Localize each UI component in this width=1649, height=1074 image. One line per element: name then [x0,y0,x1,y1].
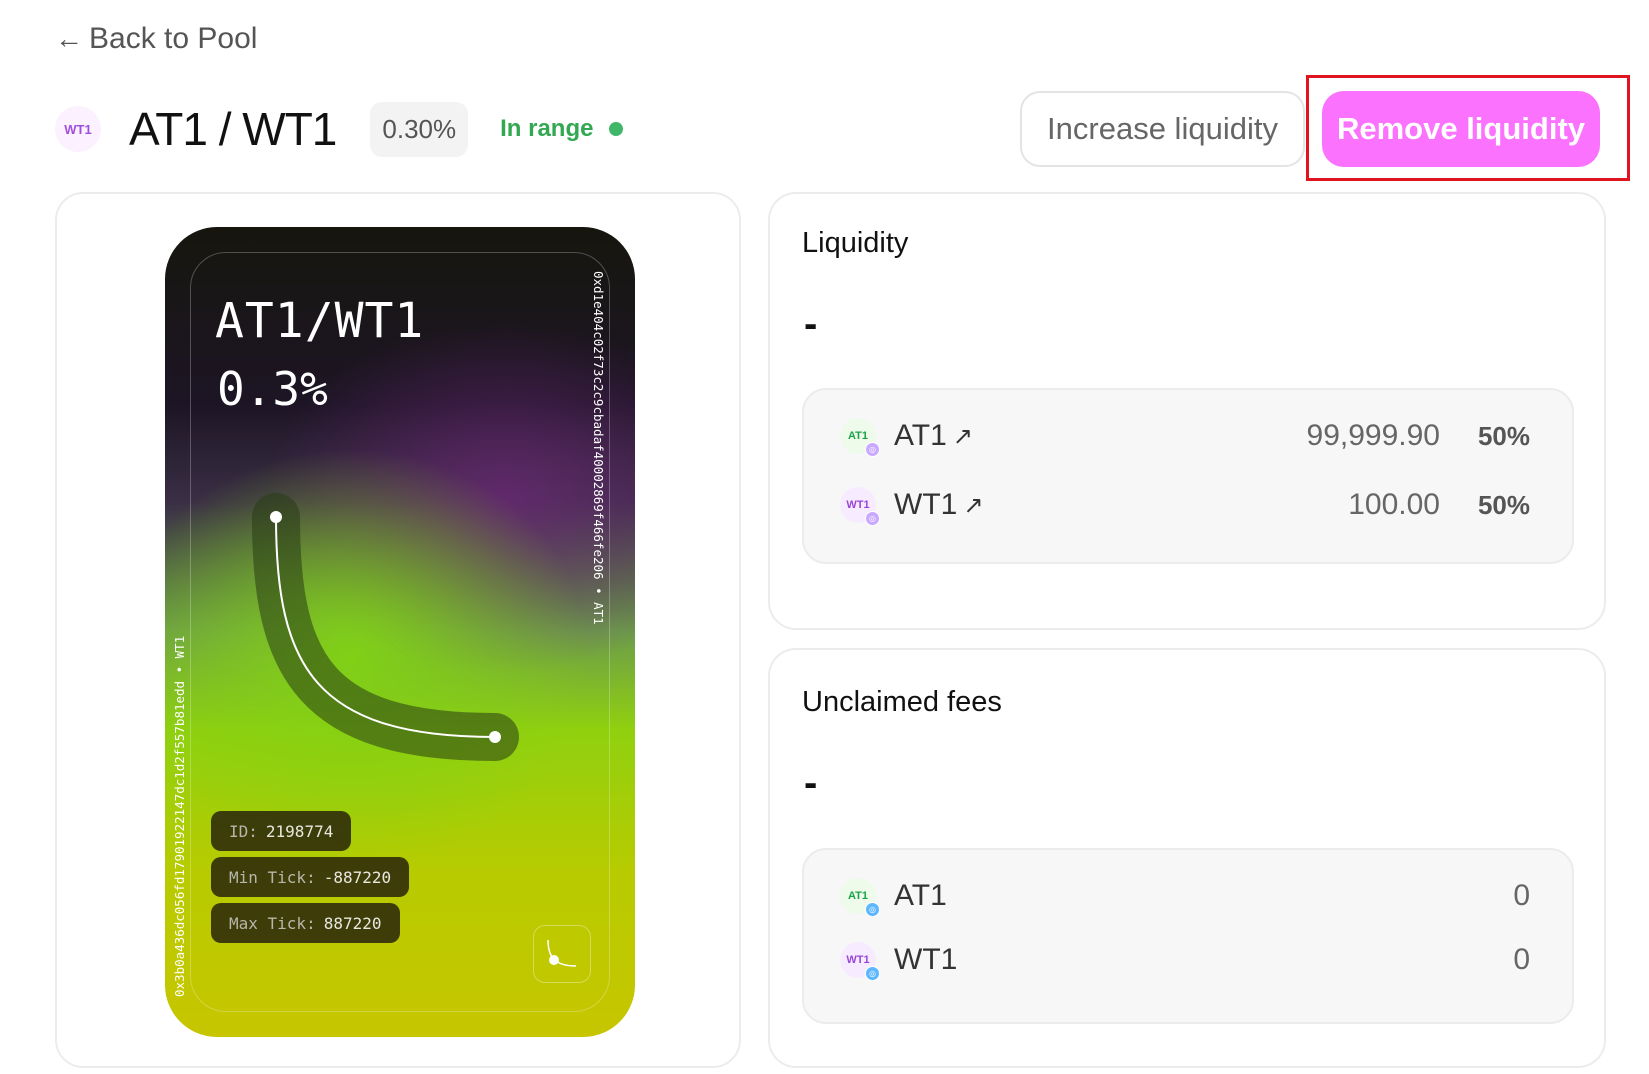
nft-id-tag: ID: 2198774 [211,811,352,851]
fee-amount: 0 [1513,943,1530,976]
range-status: In range [500,115,624,143]
fees-token-row: AT1 ◎ AT1 0 [840,876,1530,917]
fees-token-row: WT1 ◎ WT1 0 [840,940,1530,981]
token-symbol: WT1 [894,943,958,976]
nft-mini-curve-icon [533,925,591,983]
in-range-dot-icon [609,122,624,136]
nft-min-tick-value: -887220 [323,867,392,887]
nft-id-label: ID: [229,821,258,841]
nft-max-tick-tag: Max Tick: 887220 [211,903,400,943]
back-to-pool-label: Back to Pool [89,22,258,55]
liquidity-token-row: AT1 ◎ AT1 ↗ 99,999.90 50% [840,416,1530,457]
token-symbol: AT1 [894,879,947,912]
chain-badge-icon: ◎ [865,511,880,526]
nft-min-tick-tag: Min Tick: -887220 [211,857,410,897]
token-symbol-link[interactable]: WT1 [894,488,957,522]
token-amount: 99,999.90 [1306,419,1440,452]
nft-id-value: 2198774 [265,821,334,841]
fee-tier-badge: 0.30% [370,101,469,157]
token-amount: 100.00 [1348,488,1440,521]
back-to-pool-link[interactable]: ← Back to Pool [55,22,257,56]
fee-amount: 0 [1513,879,1530,912]
chain-badge-icon: ◎ [865,442,880,457]
nft-max-tick-label: Max Tick: [229,913,316,933]
liquidity-card: Liquidity - AT1 ◎ AT1 ↗ 99,999.90 50% WT… [768,192,1606,630]
remove-liquidity-button[interactable]: Remove liquidity [1322,91,1600,167]
token-pair-icon: WT1 [55,106,101,152]
nft-min-tick-label: Min Tick: [229,867,316,887]
position-header: WT1 AT1 / WT1 0.30% In range [55,98,624,160]
page-title: AT1 / WT1 [129,103,337,155]
token-percent: 50% [1477,489,1530,520]
token-percent: 50% [1477,420,1530,451]
unclaimed-fees-title: Unclaimed fees [802,686,1002,718]
increase-liquidity-button[interactable]: Increase liquidity [1020,91,1305,167]
liquidity-token-row: WT1 ◎ WT1 ↗ 100.00 50% [840,485,1530,526]
liquidity-title: Liquidity [802,227,909,259]
position-nft-card: AT1/WT1 0.3% 0x3b0a436dc056fd17901922147… [55,192,741,1068]
unclaimed-fees-card: Unclaimed fees - AT1 ◎ AT1 0 WT1 ◎ WT1 0 [768,648,1606,1068]
arrow-left-icon: ← [55,23,83,54]
fees-token-panel: AT1 ◎ AT1 0 WT1 ◎ WT1 0 [802,848,1574,1024]
external-link-icon[interactable]: ↗ [963,491,983,520]
range-status-label: In range [500,115,594,142]
token-symbol-link[interactable]: AT1 [894,419,947,453]
liquidity-value: - [804,302,818,346]
at1-token-icon: AT1 ◎ [840,418,880,457]
chain-badge-icon: ◎ [865,966,880,981]
nft-max-tick-value: 887220 [323,913,382,933]
wt1-token-icon: WT1 ◎ [840,487,880,526]
at1-token-icon: AT1 ◎ [840,878,880,917]
external-link-icon[interactable]: ↗ [953,422,973,451]
position-nft-image: AT1/WT1 0.3% 0x3b0a436dc056fd17901922147… [165,227,635,1037]
liquidity-token-panel: AT1 ◎ AT1 ↗ 99,999.90 50% WT1 ◎ WT1 ↗ 10… [802,388,1574,564]
wt1-token-icon: WT1 ◎ [840,942,880,981]
chain-badge-icon: ◎ [865,902,880,917]
unclaimed-fees-value: - [804,761,818,805]
